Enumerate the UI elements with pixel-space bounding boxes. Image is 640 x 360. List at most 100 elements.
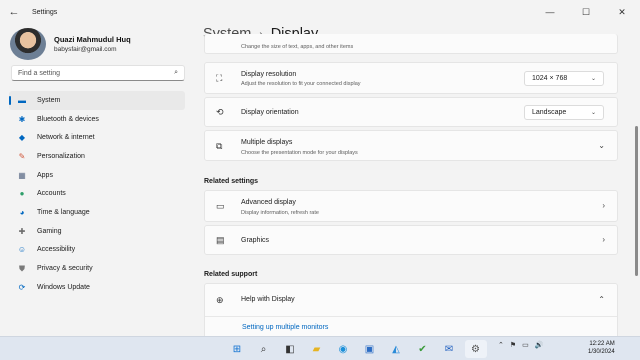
app-icon[interactable]: ✔ xyxy=(412,340,434,358)
scale-card[interactable]: Change the size of text, apps, and other… xyxy=(204,34,618,54)
bluetooth-icon: ✱ xyxy=(18,114,26,124)
chevron-up-icon[interactable]: ⌃ xyxy=(598,295,605,304)
clock-time: 12:22 AM xyxy=(589,341,615,347)
file-explorer-icon[interactable]: ▰ xyxy=(306,340,328,358)
multiple-displays-title: Multiple displays xyxy=(241,139,293,146)
sidebar-item-label: Windows Update xyxy=(37,283,90,291)
sidebar-nav: ▬ System ✱ Bluetooth & devices ◆ Network & in… xyxy=(9,91,185,297)
display-icon: ▬ xyxy=(18,95,26,105)
close-button[interactable]: ✕ xyxy=(604,0,640,24)
orientation-dropdown[interactable]: Landscape ⌄ xyxy=(524,105,604,120)
chevron-down-icon: ⌄ xyxy=(590,110,596,116)
scrollbar-thumb[interactable] xyxy=(635,126,638,276)
multiple-displays-subtitle: Choose the presentation mode for your di… xyxy=(241,150,358,156)
scrollbar[interactable] xyxy=(634,34,638,334)
taskbar: ⊞ ⌕ ◧ ▰ ◉ ▣ ◭ ✔ ✉ ⚙ ⌃ ⚑ ▭ 🔊 12:22 AM 1/30/2024 xyxy=(0,336,640,360)
system-tray: ⌃ ⚑ ▭ 🔊 xyxy=(498,341,550,349)
sidebar-item-label: Apps xyxy=(37,171,53,179)
profile-email: babysfair@gmail.com xyxy=(54,46,117,53)
chevron-right-icon: › xyxy=(602,235,605,244)
brush-icon: ✎ xyxy=(18,151,26,161)
sidebar-item-network-internet[interactable]: ◆ Network & internet xyxy=(9,128,185,147)
start-icon[interactable]: ⊞ xyxy=(226,340,248,358)
person-icon: ● xyxy=(19,189,25,199)
chevron-down-icon[interactable]: ⌄ xyxy=(598,141,605,150)
globe-clock-icon: ◕ xyxy=(19,207,25,217)
mail-icon[interactable]: ✉ xyxy=(438,340,460,358)
show-hidden-icons-icon[interactable]: ⌃ xyxy=(498,341,504,349)
graphics-icon: ▤ xyxy=(216,235,225,245)
store-icon[interactable]: ▣ xyxy=(359,340,381,358)
taskbar-icons: ⊞ ⌕ ◧ ▰ ◉ ▣ ◭ ✔ ✉ ⚙ xyxy=(226,340,491,358)
scale-subtitle: Change the size of text, apps, and other… xyxy=(241,44,354,50)
sidebar-item-windows-update[interactable]: ⟳ Windows Update xyxy=(9,278,185,297)
sidebar-item-apps[interactable]: ▦ Apps xyxy=(9,166,185,185)
help-with-display-card[interactable]: ⊕ Help with Display ⌃ Setting up multipl… xyxy=(204,283,618,336)
gamepad-icon: ✚ xyxy=(18,226,26,236)
resolution-icon: ⛶ xyxy=(216,73,223,83)
task-view-icon[interactable]: ◧ xyxy=(279,340,301,358)
avatar xyxy=(10,28,46,60)
sidebar-item-label: Accessibility xyxy=(37,246,76,254)
sidebar-item-personalization[interactable]: ✎ Personalization xyxy=(9,147,185,166)
sidebar-item-gaming[interactable]: ✚ Gaming xyxy=(9,222,185,241)
update-icon: ⟳ xyxy=(18,282,26,292)
divider xyxy=(205,316,617,317)
clock[interactable]: 12:22 AM 1/30/2024 xyxy=(588,340,615,356)
profile-name: Quazi Mahmudul Huq xyxy=(54,35,131,44)
related-support-heading: Related support xyxy=(204,271,258,278)
sidebar-item-label: Time & language xyxy=(37,208,90,216)
photos-icon[interactable]: ◭ xyxy=(385,340,407,358)
display-resolution-title: Display resolution xyxy=(241,71,297,78)
display-orientation-card: ⟲ Display orientation Landscape ⌄ xyxy=(204,97,618,127)
edge-icon[interactable]: ◉ xyxy=(332,340,354,358)
maximize-button[interactable]: ☐ xyxy=(568,0,604,24)
minimize-button[interactable]: — xyxy=(532,0,568,24)
orientation-value: Landscape xyxy=(532,109,567,116)
volume-icon[interactable]: 🔊 xyxy=(535,341,544,349)
monitor-icon: ▭ xyxy=(216,201,225,211)
orientation-icon: ⟲ xyxy=(216,107,224,117)
sidebar-item-privacy-security[interactable]: ⛊ Privacy & security xyxy=(9,259,185,278)
sidebar-item-label: Accounts xyxy=(37,190,66,198)
advanced-display-subtitle: Display information, refresh rate xyxy=(241,210,319,216)
chevron-down-icon: ⌄ xyxy=(590,76,596,82)
settings-taskbar-icon[interactable]: ⚙ xyxy=(464,340,487,358)
sidebar-item-label: Privacy & security xyxy=(37,265,93,273)
title-bar: ← Settings — ☐ ✕ xyxy=(0,0,640,24)
resolution-dropdown[interactable]: 1024 × 768 ⌄ xyxy=(524,71,604,86)
sidebar-item-system[interactable]: ▬ System xyxy=(9,91,185,110)
related-settings-heading: Related settings xyxy=(204,178,259,185)
app-title: Settings xyxy=(32,8,58,16)
sidebar-item-accessibility[interactable]: ☺ Accessibility xyxy=(9,241,185,260)
graphics-title: Graphics xyxy=(241,237,270,244)
advanced-display-title: Advanced display xyxy=(241,199,296,206)
display-resolution-subtitle: Adjust the resolution to fit your connec… xyxy=(241,81,361,87)
profile[interactable]: Quazi Mahmudul Huq babysfair@gmail.com xyxy=(10,28,131,60)
search-input[interactable]: Find a setting ⌕ xyxy=(11,65,185,81)
clock-date: 1/30/2024 xyxy=(588,349,615,355)
apps-icon: ▦ xyxy=(18,170,26,180)
network-icon[interactable]: ▭ xyxy=(522,341,529,349)
wifi-icon: ◆ xyxy=(18,133,26,143)
sidebar-item-time-language[interactable]: ◕ Time & language xyxy=(9,203,185,222)
chevron-right-icon: › xyxy=(602,201,605,210)
advanced-display-card[interactable]: ▭ Advanced display Display information, … xyxy=(204,190,618,222)
display-orientation-title: Display orientation xyxy=(241,109,299,116)
back-arrow-icon[interactable]: ← xyxy=(0,0,28,24)
sidebar-item-accounts[interactable]: ● Accounts xyxy=(9,184,185,203)
search-icon[interactable]: ⌕ xyxy=(174,69,178,77)
search-placeholder: Find a setting xyxy=(18,69,61,77)
sidebar-item-label: Network & internet xyxy=(37,134,95,142)
graphics-card[interactable]: ▤ Graphics › xyxy=(204,225,618,255)
display-resolution-card: ⛶ Display resolution Adjust the resoluti… xyxy=(204,62,618,94)
shield-icon: ⛊ xyxy=(19,263,25,273)
search-taskbar-icon[interactable]: ⌕ xyxy=(253,340,275,358)
accessibility-icon: ☺ xyxy=(17,245,27,255)
multiple-displays-icon: ⧉ xyxy=(216,141,223,151)
sidebar-item-label: System xyxy=(37,96,61,104)
flag-icon[interactable]: ⚑ xyxy=(510,341,516,349)
sidebar-item-bluetooth-devices[interactable]: ✱ Bluetooth & devices xyxy=(9,110,185,129)
setting-up-multiple-monitors-link[interactable]: Setting up multiple monitors xyxy=(242,324,328,331)
multiple-displays-card[interactable]: ⧉ Multiple displays Choose the presentat… xyxy=(204,130,618,161)
